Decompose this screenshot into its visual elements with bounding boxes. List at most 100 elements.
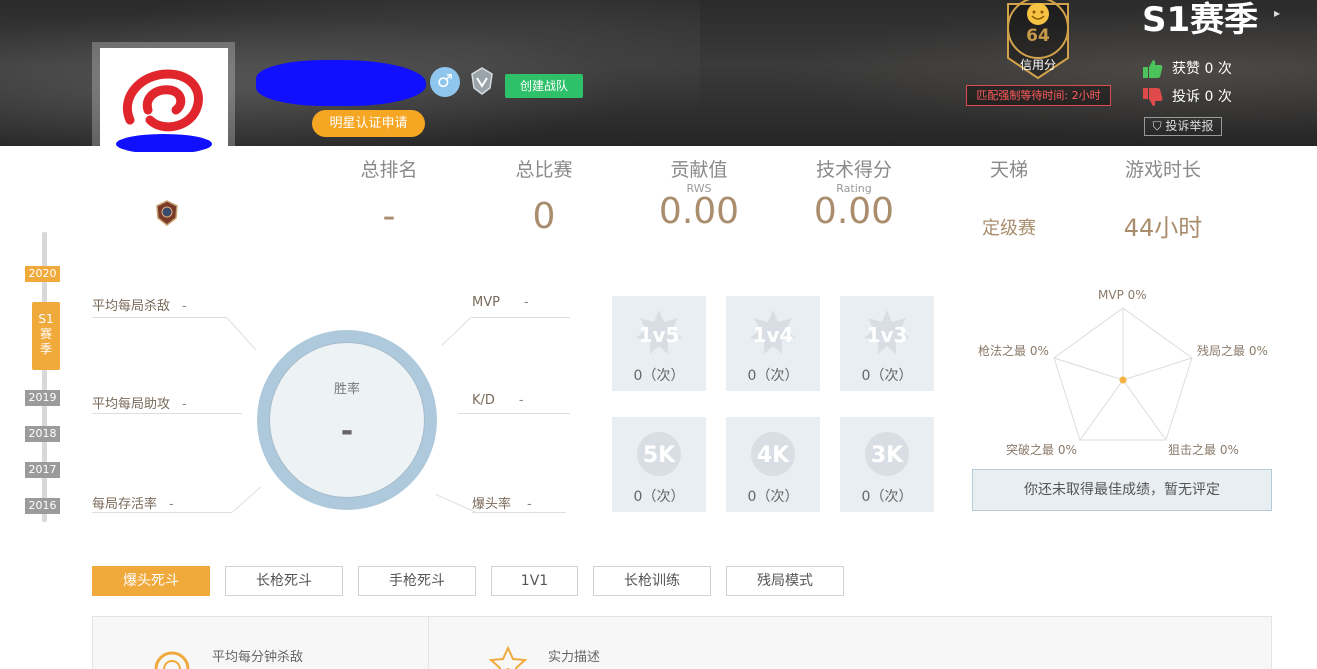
win-rate-value: - — [340, 414, 354, 449]
complaints-label: 投诉 — [1172, 89, 1200, 105]
avatar-logo-icon — [116, 69, 212, 152]
tile-3k[interactable]: 3K 0（次） — [840, 417, 934, 512]
stat-playtime: 游戏时长 44小时 — [1103, 155, 1223, 243]
clutch-1v3-icon: 1v3 — [864, 310, 910, 354]
year-2017[interactable]: 2017 — [25, 462, 60, 478]
complaints-unit: 次 — [1217, 89, 1232, 105]
radar-label-breach: 突破之最 0% — [1006, 443, 1077, 457]
tile-1v4-count: 0（次） — [747, 368, 799, 384]
tile-5k[interactable]: 5K 0（次） — [612, 417, 706, 512]
stat-value: 0 — [532, 196, 556, 237]
likes-counter: 获赞 0 次 — [1142, 58, 1232, 80]
tile-3k-text: 3K — [871, 443, 904, 468]
divider-line — [472, 317, 570, 318]
radar-axis — [1053, 357, 1124, 381]
thumbs-up-icon[interactable] — [1142, 58, 1164, 80]
stat-skill-rating: 技术得分 Rating 0.00 — [794, 155, 914, 232]
year-2019[interactable]: 2019 — [25, 390, 60, 406]
mode-tab-rifle-dm[interactable]: 长枪死斗 — [225, 566, 343, 596]
radar-label-gun: 枪法之最 0% — [978, 344, 1049, 358]
mode-tab-headshot-dm[interactable]: 爆头死斗 — [92, 566, 210, 596]
stat-value: 0.00 — [658, 191, 740, 232]
radar-center-point — [1119, 376, 1127, 384]
tile-1v3[interactable]: 1v3 0（次） — [840, 296, 934, 391]
season-s1-tab[interactable]: S1 赛 季 — [32, 302, 60, 370]
tile-1v5-text: 1v5 — [639, 323, 680, 347]
stat-value: 0.00 — [813, 191, 895, 232]
likes-count: 0 — [1204, 61, 1214, 77]
season-tab-line: 季 — [39, 342, 52, 356]
connector-line — [226, 317, 257, 351]
tile-1v3-text: 1v3 — [867, 323, 908, 347]
rank-wings-icon — [468, 66, 496, 96]
stat-contribution: 贡献值 RWS 0.00 — [639, 155, 759, 232]
radar-axis — [1122, 357, 1193, 381]
strength-description-title: 实力描述 — [548, 650, 601, 665]
stat-total-matches: 总比赛 0 — [484, 155, 604, 237]
multikill-3k-icon: 3K — [865, 432, 909, 476]
tile-4k-count: 0（次） — [747, 489, 799, 505]
season-next-arrow-icon[interactable]: ▸ — [1274, 6, 1280, 20]
create-team-button[interactable]: 创建战队 — [505, 74, 583, 98]
win-rate-label: 胜率 — [333, 382, 360, 397]
credit-score: 64 — [1026, 26, 1050, 46]
mode-tab-1v1[interactable]: 1V1 — [491, 566, 578, 596]
stat-label: 总排名 — [360, 159, 418, 181]
tile-1v4[interactable]: 1v4 0（次） — [726, 296, 820, 391]
panel-divider — [428, 617, 429, 669]
thumbs-down-icon[interactable] — [1142, 86, 1164, 108]
stat-ladder: 天梯 定级赛 — [949, 155, 1069, 240]
achievement-radar-chart — [1053, 307, 1193, 441]
tile-1v5[interactable]: 1v5 0（次） — [612, 296, 706, 391]
kd-label: K/D — [472, 393, 495, 408]
stat-value: - — [382, 196, 396, 237]
complaints-count: 0 — [1204, 89, 1214, 105]
season-tab-line: 赛 — [39, 327, 52, 341]
stat-total-rank: 总排名 - — [329, 155, 449, 237]
clutch-1v5-icon: 1v5 — [636, 310, 682, 354]
divider-line — [458, 413, 570, 414]
kd-value: - — [518, 393, 524, 408]
kd-stat: K/D - — [472, 393, 524, 408]
tile-1v5-count: 0（次） — [633, 368, 685, 384]
avg-assists-value: - — [182, 397, 187, 412]
report-button[interactable]: ⛉ 投诉举报 — [1144, 117, 1222, 136]
stat-value: 44小时 — [1123, 214, 1203, 242]
likes-label: 获赞 — [1172, 61, 1200, 77]
best-result-message: 你还未取得最佳成绩，暂无评定 — [972, 469, 1272, 511]
year-2018[interactable]: 2018 — [25, 426, 60, 442]
tile-4k-text: 4K — [757, 443, 790, 468]
stat-label: 贡献值 — [670, 159, 728, 181]
mode-tab-rifle-training[interactable]: 长枪训练 — [593, 566, 711, 596]
headshot-rate-stat: 爆头率 - — [472, 493, 532, 512]
radar-axis — [1122, 379, 1167, 441]
year-2016[interactable]: 2016 — [25, 498, 60, 514]
mode-tab-pistol-dm[interactable]: 手枪死斗 — [358, 566, 476, 596]
likes-unit: 次 — [1217, 61, 1232, 77]
shield-icon: ⛉ — [1152, 119, 1162, 133]
crosshair-icon — [154, 651, 190, 669]
tile-1v3-count: 0（次） — [861, 368, 913, 384]
star-certification-button[interactable]: 明星认证申请 — [312, 110, 425, 137]
match-wait-warning: 匹配强制等待时间: 2小时 — [966, 85, 1111, 106]
avg-assists-label: 平均每局助攻 — [92, 397, 171, 412]
avg-kills-label: 平均每局杀敌 — [92, 299, 171, 314]
stat-label: 总比赛 — [515, 159, 573, 181]
stat-label: 技术得分 — [815, 159, 892, 181]
mode-tab-endgame[interactable]: 残局模式 — [726, 566, 844, 596]
tile-4k[interactable]: 4K 0（次） — [726, 417, 820, 512]
mvp-label: MVP — [472, 295, 500, 310]
avg-assists-stat: 平均每局助攻 - — [92, 393, 187, 412]
tile-1v4-text: 1v4 — [753, 323, 794, 347]
avatar[interactable] — [100, 48, 228, 152]
gender-male-icon: ♂ — [430, 67, 460, 97]
connector-line — [441, 316, 472, 347]
radar-label-sniper: 狙击之最 0% — [1168, 443, 1239, 457]
stat-value: 定级赛 — [982, 218, 1036, 239]
year-2020[interactable]: 2020 — [25, 266, 60, 282]
headshot-rate-value: - — [527, 497, 532, 512]
season-tab-line: S1 — [38, 312, 54, 326]
star-icon — [488, 645, 528, 669]
stat-label: 天梯 — [989, 159, 1028, 181]
clutch-1v4-icon: 1v4 — [750, 310, 796, 354]
